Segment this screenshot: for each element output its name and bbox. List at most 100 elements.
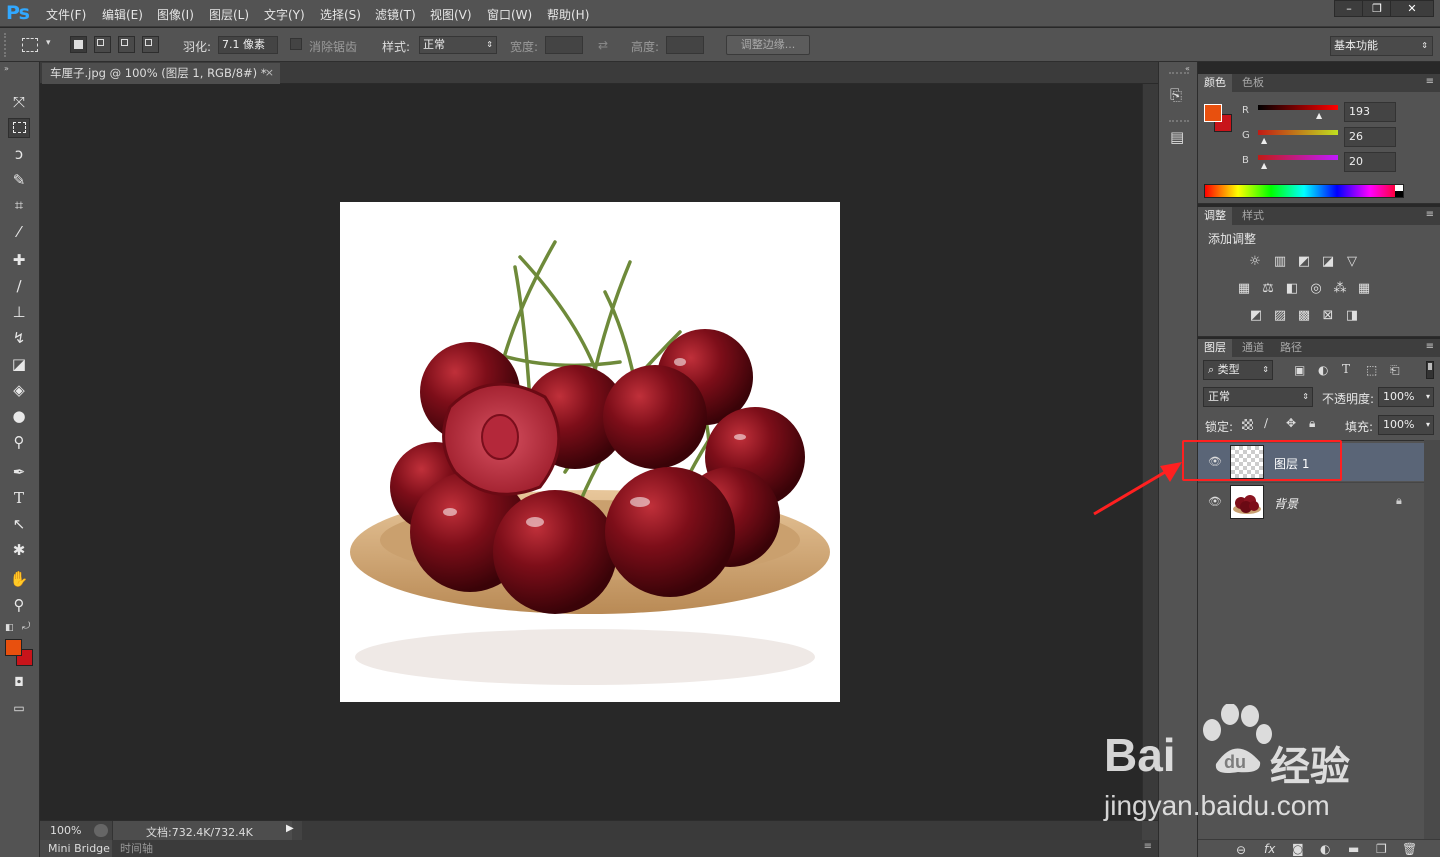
- fill-input[interactable]: 100% ▾: [1378, 415, 1434, 435]
- r-slider[interactable]: [1258, 105, 1338, 110]
- threshold-icon[interactable]: ▩: [1295, 308, 1313, 324]
- hue-saturation-icon[interactable]: ▦: [1235, 281, 1253, 297]
- add-selection-button[interactable]: [94, 36, 111, 53]
- blend-mode-select[interactable]: 正常 ⇕: [1203, 387, 1313, 407]
- fx-icon[interactable]: fx: [1264, 842, 1275, 856]
- black-white-icon[interactable]: ◧: [1283, 281, 1301, 297]
- new-layer-icon[interactable]: ❐: [1376, 842, 1387, 856]
- chevron-down-icon[interactable]: ▾: [46, 38, 51, 48]
- lock-transparent-icon[interactable]: [1242, 419, 1253, 430]
- tab-color[interactable]: 颜色: [1198, 74, 1232, 92]
- horizontal-scrollbar[interactable]: [302, 821, 1142, 840]
- antialias-checkbox[interactable]: [290, 38, 302, 50]
- tab-adjustments[interactable]: 调整: [1198, 207, 1232, 225]
- quick-select-tool-icon[interactable]: ✎: [8, 170, 30, 190]
- status-info-icon[interactable]: [94, 824, 108, 837]
- visibility-eye-icon[interactable]: 👁︎: [1208, 495, 1222, 508]
- photo-filter-icon[interactable]: ◎: [1307, 281, 1325, 297]
- invert-icon[interactable]: ◩: [1247, 308, 1265, 324]
- menu-edit[interactable]: 编辑(E): [102, 6, 143, 23]
- tab-styles[interactable]: 样式: [1236, 207, 1270, 225]
- swap-colors-icon[interactable]: ⤾: [22, 621, 30, 632]
- width-input[interactable]: [545, 36, 583, 54]
- close-window-button[interactable]: ✕: [1390, 0, 1434, 17]
- zoom-level[interactable]: 100%: [50, 824, 81, 837]
- hand-tool-icon[interactable]: ✋: [8, 569, 30, 589]
- paint-bucket-tool-icon[interactable]: ◈: [8, 380, 30, 400]
- default-colors-icon[interactable]: ◧: [5, 623, 14, 633]
- tab-paths[interactable]: 路径: [1274, 339, 1308, 357]
- crop-tool-icon[interactable]: ⌗: [8, 195, 30, 215]
- posterize-icon[interactable]: ▨: [1271, 308, 1289, 324]
- new-group-icon[interactable]: ▬: [1348, 842, 1359, 856]
- lasso-tool-icon[interactable]: ↄ: [8, 144, 30, 164]
- filter-smart-object-icon[interactable]: ⎗: [1390, 363, 1400, 378]
- color-lookup-icon[interactable]: ▦: [1355, 281, 1373, 297]
- brightness-icon[interactable]: ☼: [1246, 254, 1264, 270]
- swap-icon[interactable]: ⇄: [598, 38, 608, 52]
- filter-shape-icon[interactable]: ⬚: [1366, 363, 1377, 377]
- intersect-selection-button[interactable]: [142, 36, 159, 53]
- menu-file[interactable]: 文件(F): [46, 6, 86, 23]
- menu-filter[interactable]: 滤镜(T): [375, 6, 416, 23]
- gradient-map-icon[interactable]: ◨: [1343, 308, 1361, 324]
- color-spectrum-bar[interactable]: [1204, 184, 1404, 198]
- levels-icon[interactable]: ▥: [1271, 254, 1289, 270]
- tab-timeline[interactable]: 时间轴: [114, 840, 153, 857]
- status-menu-arrow-icon[interactable]: ▶: [286, 823, 294, 834]
- b-slider[interactable]: [1258, 155, 1338, 160]
- subtract-selection-button[interactable]: [118, 36, 135, 53]
- opacity-input[interactable]: 100% ▾: [1378, 387, 1434, 407]
- tab-mini-bridge[interactable]: Mini Bridge: [40, 840, 112, 857]
- restore-button[interactable]: ❐: [1362, 0, 1392, 17]
- exposure-icon[interactable]: ◪: [1319, 254, 1337, 270]
- menu-window[interactable]: 窗口(W): [487, 6, 532, 23]
- history-panel-icon[interactable]: ⎘: [1170, 86, 1182, 104]
- layer-row-background[interactable]: 👁︎ 背景 🔒︎: [1198, 482, 1424, 520]
- menu-type[interactable]: 文字(Y): [264, 6, 305, 23]
- color-balance-icon[interactable]: ⚖: [1259, 281, 1277, 297]
- menu-help[interactable]: 帮助(H): [547, 6, 589, 23]
- shape-tool-icon[interactable]: ✱: [8, 540, 30, 560]
- panel-menu-icon[interactable]: ≡: [1426, 209, 1434, 220]
- foreground-color-swatch[interactable]: [5, 639, 22, 656]
- eyedropper-tool-icon[interactable]: ⁄: [8, 222, 30, 242]
- tab-swatches[interactable]: 色板: [1236, 74, 1270, 92]
- blur-tool-icon[interactable]: ●: [8, 406, 30, 426]
- document-tab[interactable]: 车厘子.jpg @ 100% (图层 1, RGB/8#) * ×: [42, 63, 280, 84]
- menu-layer[interactable]: 图层(L): [209, 6, 249, 23]
- g-slider[interactable]: [1258, 130, 1338, 135]
- pen-tool-icon[interactable]: ✒: [8, 462, 30, 482]
- history-brush-tool-icon[interactable]: ↯: [8, 328, 30, 348]
- minimize-button[interactable]: –: [1334, 0, 1364, 17]
- panel-menu-icon[interactable]: ≡: [1426, 76, 1434, 87]
- rect-marquee-tool-icon[interactable]: [8, 118, 30, 138]
- tab-layers[interactable]: 图层: [1198, 339, 1232, 357]
- channel-mixer-icon[interactable]: ⁂: [1331, 281, 1349, 297]
- g-value-input[interactable]: 26: [1344, 127, 1396, 147]
- properties-panel-icon[interactable]: ▤: [1170, 128, 1184, 146]
- link-layers-icon[interactable]: ⊖: [1236, 843, 1246, 857]
- menu-view[interactable]: 视图(V): [430, 6, 472, 23]
- layers-scrollbar[interactable]: [1424, 440, 1440, 850]
- path-select-tool-icon[interactable]: ↖: [8, 514, 30, 534]
- menu-image[interactable]: 图像(I): [157, 6, 194, 23]
- filter-pixel-icon[interactable]: ▣: [1294, 363, 1305, 377]
- vibrance-icon[interactable]: ▽: [1343, 254, 1361, 270]
- move-tool-icon[interactable]: ⤧: [8, 92, 30, 112]
- curves-icon[interactable]: ◩: [1295, 254, 1313, 270]
- filter-toggle[interactable]: [1426, 361, 1434, 379]
- screen-mode-icon[interactable]: ▭: [8, 698, 30, 718]
- brush-tool-icon[interactable]: ∕: [8, 276, 30, 296]
- refine-edge-button[interactable]: 调整边缘...: [726, 35, 810, 55]
- tab-channels[interactable]: 通道: [1236, 339, 1270, 357]
- style-select[interactable]: 正常 ⇕: [419, 36, 497, 54]
- eraser-tool-icon[interactable]: ◪: [8, 354, 30, 374]
- close-tab-icon[interactable]: ×: [265, 63, 274, 83]
- lock-all-icon[interactable]: 🔒︎: [1309, 416, 1315, 431]
- filter-adjustment-icon[interactable]: ◐: [1318, 363, 1328, 377]
- adjustment-layer-icon[interactable]: ◐: [1320, 842, 1330, 856]
- collapse-arrows-icon[interactable]: »: [4, 64, 9, 73]
- menu-select[interactable]: 选择(S): [320, 6, 361, 23]
- slider-handle-icon[interactable]: ▲: [1261, 136, 1267, 145]
